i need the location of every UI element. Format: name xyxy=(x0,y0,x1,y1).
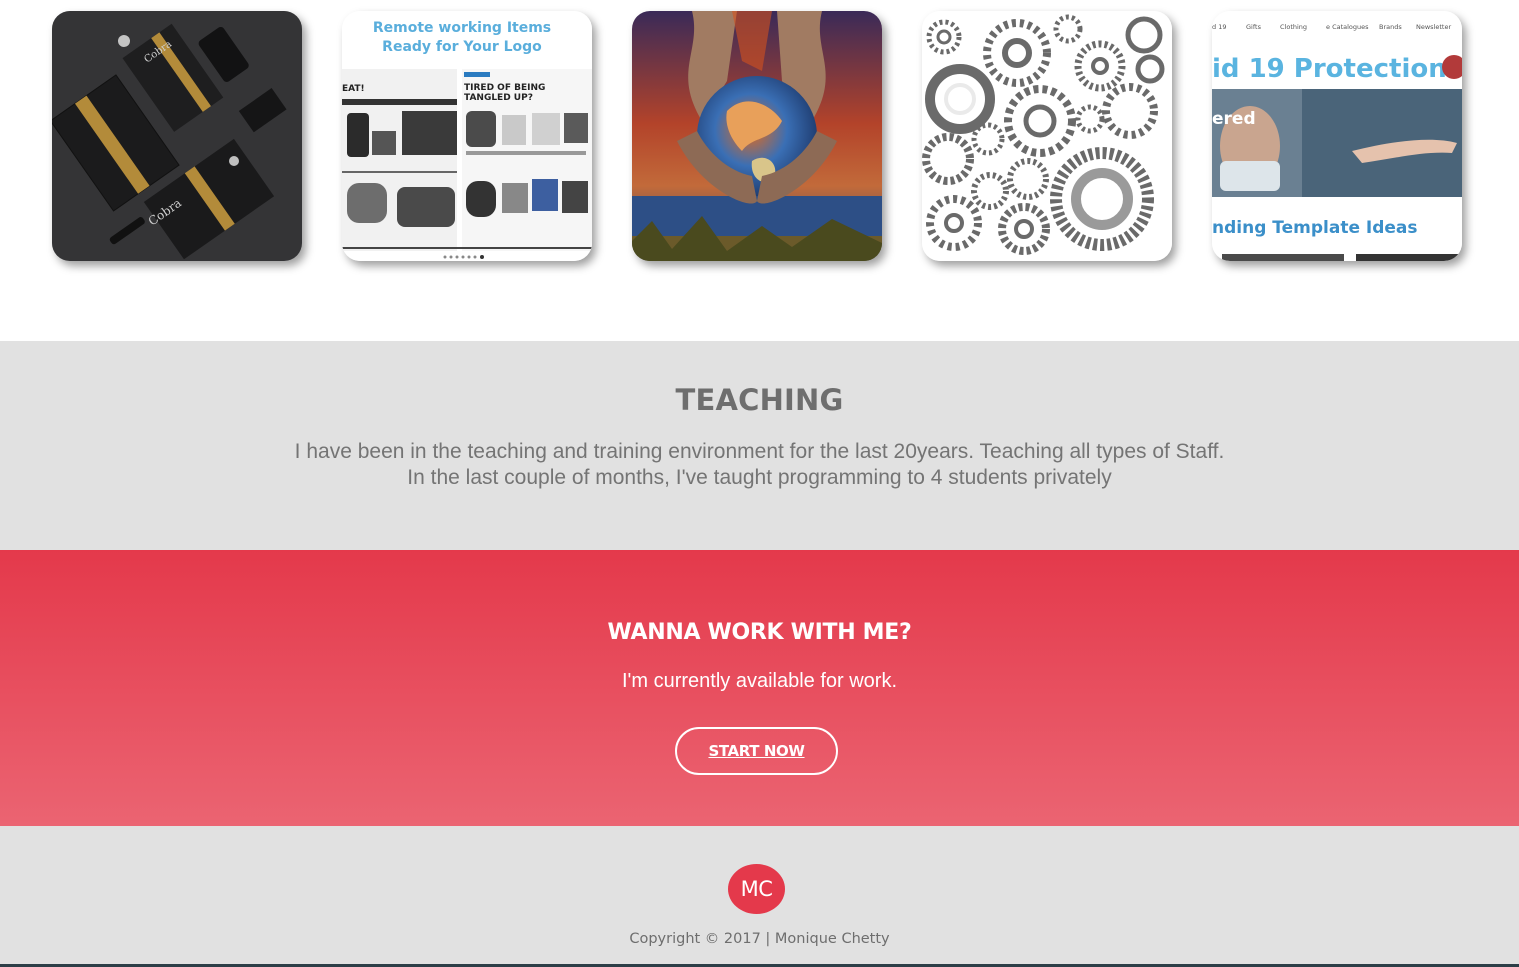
catalogue-heading-line2: Ready for Your Logo xyxy=(382,39,542,55)
site-nav-5: Brands xyxy=(1379,23,1402,31)
remote-working-catalogue-image: Remote working Items Ready for Your Logo… xyxy=(342,11,592,261)
teaching-line-1: I have been in the teaching and training… xyxy=(294,440,1225,463)
catalogue-heading-line1: Remote working Items xyxy=(373,20,551,36)
teaching-section: TEACHING I have been in the teaching and… xyxy=(0,341,1519,550)
site-nav-3: Clothing xyxy=(1280,23,1307,31)
portfolio-gallery: Cobra Cobra Remote working Items Ready f… xyxy=(0,0,1519,341)
gears-illustration-image xyxy=(922,11,1172,261)
catalogue-left-title: EAT! xyxy=(342,84,365,94)
teaching-line-2: In the last couple of months, I've taugh… xyxy=(407,466,1112,489)
site-headline: id 19 Protection xyxy=(1212,54,1447,84)
covid-protection-site-image: d 19 Gifts Clothing e Catalogues Brands … xyxy=(1212,11,1462,261)
earth-in-hands-image xyxy=(632,11,882,261)
portfolio-item-earth[interactable] xyxy=(632,11,882,261)
cta-subtitle: I'm currently available for work. xyxy=(621,670,898,692)
mc-logo[interactable]: MC xyxy=(728,864,785,914)
cta-title: WANNA WORK WITH ME? xyxy=(607,620,912,645)
site-subheading: nding Template Ideas xyxy=(1212,218,1418,238)
site-nav-2: Gifts xyxy=(1246,23,1262,31)
site-footer: MC Copyright © 2017 | Monique Chetty xyxy=(0,826,1519,967)
copyright-text: Copyright © 2017 | Monique Chetty xyxy=(629,931,890,947)
catalogue-right-title-1: TIRED OF BEING xyxy=(464,83,545,93)
site-hero-text: ered xyxy=(1212,109,1256,129)
catalogue-right-title-2: TANGLED UP? xyxy=(464,93,533,103)
portfolio-item-stationery[interactable]: Cobra Cobra xyxy=(52,11,302,261)
portfolio-item-remote-working[interactable]: Remote working Items Ready for Your Logo… xyxy=(342,11,592,261)
teaching-title: TEACHING xyxy=(675,383,844,417)
teaching-description: I have been in the teaching and training… xyxy=(0,439,1519,491)
start-now-button[interactable]: START NOW xyxy=(675,727,838,775)
site-nav-1: d 19 xyxy=(1212,23,1226,31)
site-nav-4: e Catalogues xyxy=(1326,23,1369,31)
site-nav-6: Newsletter xyxy=(1416,23,1451,31)
stationery-mockup-image: Cobra Cobra xyxy=(52,11,302,261)
portfolio-item-gears[interactable] xyxy=(922,11,1172,261)
portfolio-item-covid-site[interactable]: d 19 Gifts Clothing e Catalogues Brands … xyxy=(1212,11,1462,261)
work-with-me-section: WANNA WORK WITH ME? I'm currently availa… xyxy=(0,550,1519,826)
